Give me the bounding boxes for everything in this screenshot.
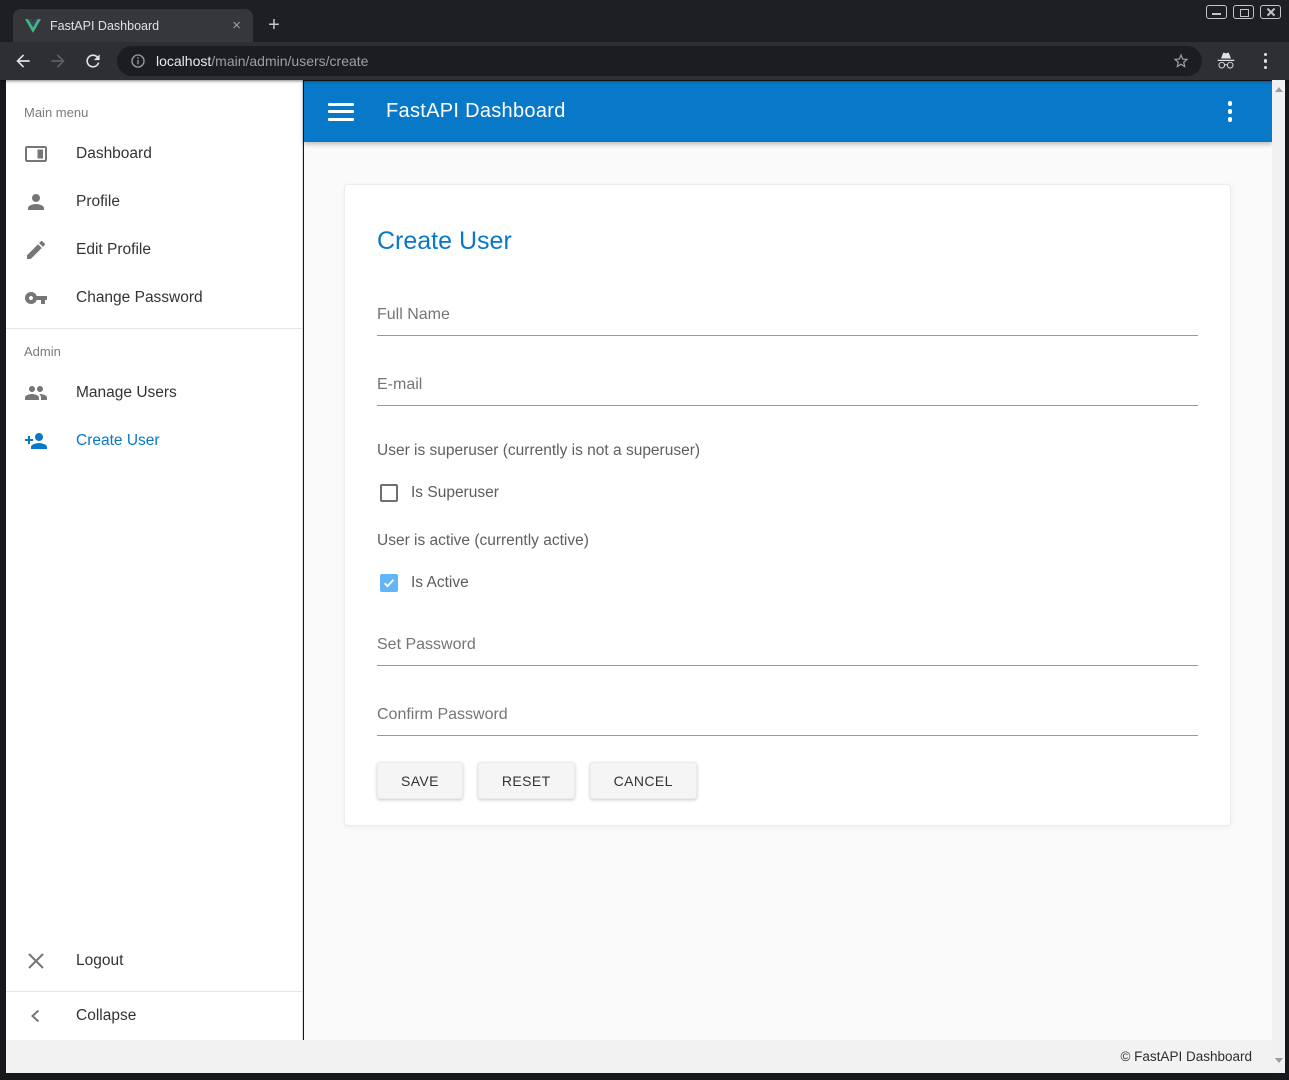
sidebar-item-label: Change Password <box>76 289 203 307</box>
sidebar-item-label: Edit Profile <box>76 241 151 259</box>
sidebar-divider <box>6 328 302 329</box>
app-title: FastAPI Dashboard <box>386 100 1222 123</box>
tab-close-icon[interactable]: × <box>229 17 244 34</box>
cancel-button[interactable]: CANCEL <box>590 762 697 799</box>
scroll-up-icon[interactable] <box>1275 87 1283 92</box>
save-button[interactable]: SAVE <box>377 762 463 799</box>
active-checkbox-row[interactable]: Is Active <box>380 574 1198 592</box>
tab-title: FastAPI Dashboard <box>50 19 229 33</box>
site-info-icon[interactable] <box>130 53 146 69</box>
email-input[interactable] <box>377 372 1198 405</box>
sidebar-item-label: Logout <box>76 952 123 970</box>
copyright-text: © FastAPI Dashboard <box>1120 1049 1252 1064</box>
pencil-icon <box>24 238 48 262</box>
sidebar-section-admin: Admin <box>24 344 302 359</box>
maximize-button[interactable] <box>1233 5 1254 19</box>
tab-strip: FastAPI Dashboard × + <box>0 0 1289 42</box>
form-actions: SAVE RESET CANCEL <box>377 762 1198 799</box>
vertical-scrollbar[interactable] <box>1272 80 1285 1073</box>
active-checkbox-label[interactable]: Is Active <box>411 574 469 592</box>
sidebar-item-label: Manage Users <box>76 384 177 402</box>
page-title: Create User <box>377 227 1198 256</box>
scroll-down-icon[interactable] <box>1275 1058 1283 1063</box>
key-icon <box>24 286 48 310</box>
address-bar[interactable]: localhost/main/admin/users/create <box>117 46 1202 76</box>
confirm-password-input[interactable] <box>377 702 1198 735</box>
full-name-field-wrap <box>377 302 1198 336</box>
set-password-input[interactable] <box>377 632 1198 665</box>
superuser-hint: User is superuser (currently is not a su… <box>377 442 1198 460</box>
superuser-checkbox-row[interactable]: Is Superuser <box>380 484 1198 502</box>
person-add-icon <box>24 429 48 453</box>
full-name-input[interactable] <box>377 302 1198 335</box>
sidebar-item-label: Profile <box>76 193 120 211</box>
sidebar-item-create-user[interactable]: Create User <box>6 417 302 465</box>
app-menu-icon[interactable] <box>1222 99 1239 124</box>
hamburger-menu-icon[interactable] <box>328 99 354 125</box>
reload-button[interactable] <box>81 49 105 73</box>
url-path: /main/admin/users/create <box>211 53 368 69</box>
person-icon <box>24 190 48 214</box>
incognito-icon <box>1216 51 1236 71</box>
browser-window: FastAPI Dashboard × + <box>0 0 1289 1080</box>
url-text: localhost/main/admin/users/create <box>156 53 1172 69</box>
browser-chrome: FastAPI Dashboard × + <box>0 0 1289 80</box>
sidebar-item-label: Create User <box>76 432 160 450</box>
sidebar-item-label: Collapse <box>76 1007 136 1025</box>
sidebar-item-profile[interactable]: Profile <box>6 178 302 226</box>
sidebar: Main menu Dashboard Profile Edit Profile… <box>6 80 303 1040</box>
sidebar-item-manage-users[interactable]: Manage Users <box>6 369 302 417</box>
people-icon <box>24 381 48 405</box>
browser-toolbar: localhost/main/admin/users/create <box>0 42 1289 80</box>
reset-button[interactable]: RESET <box>478 762 575 799</box>
browser-menu-icon[interactable] <box>1256 51 1276 72</box>
new-tab-button[interactable]: + <box>262 14 286 38</box>
back-button[interactable] <box>11 49 35 73</box>
email-field-wrap <box>377 372 1198 406</box>
set-password-field-wrap <box>377 632 1198 666</box>
page-footer: © FastAPI Dashboard <box>6 1040 1272 1073</box>
active-checkbox[interactable] <box>380 574 398 592</box>
sidebar-item-dashboard[interactable]: Dashboard <box>6 130 302 178</box>
vue-logo-icon <box>25 18 41 34</box>
toolbar-right <box>1216 51 1276 72</box>
sidebar-section-main-menu: Main menu <box>24 105 302 120</box>
url-host: localhost <box>156 53 211 69</box>
browser-tab[interactable]: FastAPI Dashboard × <box>13 9 253 42</box>
main-content: Create User User is superuser (currently… <box>304 142 1272 1040</box>
sidebar-item-collapse[interactable]: Collapse <box>6 992 302 1040</box>
sidebar-item-change-password[interactable]: Change Password <box>6 274 302 322</box>
window-controls <box>1206 5 1281 19</box>
minimize-button[interactable] <box>1206 5 1227 19</box>
sidebar-item-logout[interactable]: Logout <box>6 937 302 985</box>
chevron-left-icon <box>24 1004 48 1028</box>
create-user-card: Create User User is superuser (currently… <box>344 184 1231 826</box>
active-hint: User is active (currently active) <box>377 532 1198 550</box>
sidebar-item-edit-profile[interactable]: Edit Profile <box>6 226 302 274</box>
close-window-button[interactable] <box>1260 5 1281 19</box>
dashboard-icon <box>24 142 48 166</box>
superuser-checkbox-label[interactable]: Is Superuser <box>411 484 499 502</box>
close-icon <box>24 949 48 973</box>
bookmark-star-icon[interactable] <box>1172 52 1190 70</box>
forward-button[interactable] <box>46 49 70 73</box>
superuser-checkbox[interactable] <box>380 484 398 502</box>
sidebar-item-label: Dashboard <box>76 145 152 163</box>
sidebar-spacer <box>6 465 302 937</box>
check-icon <box>382 576 396 590</box>
app-bar: FastAPI Dashboard <box>304 81 1272 142</box>
confirm-password-field-wrap <box>377 702 1198 736</box>
